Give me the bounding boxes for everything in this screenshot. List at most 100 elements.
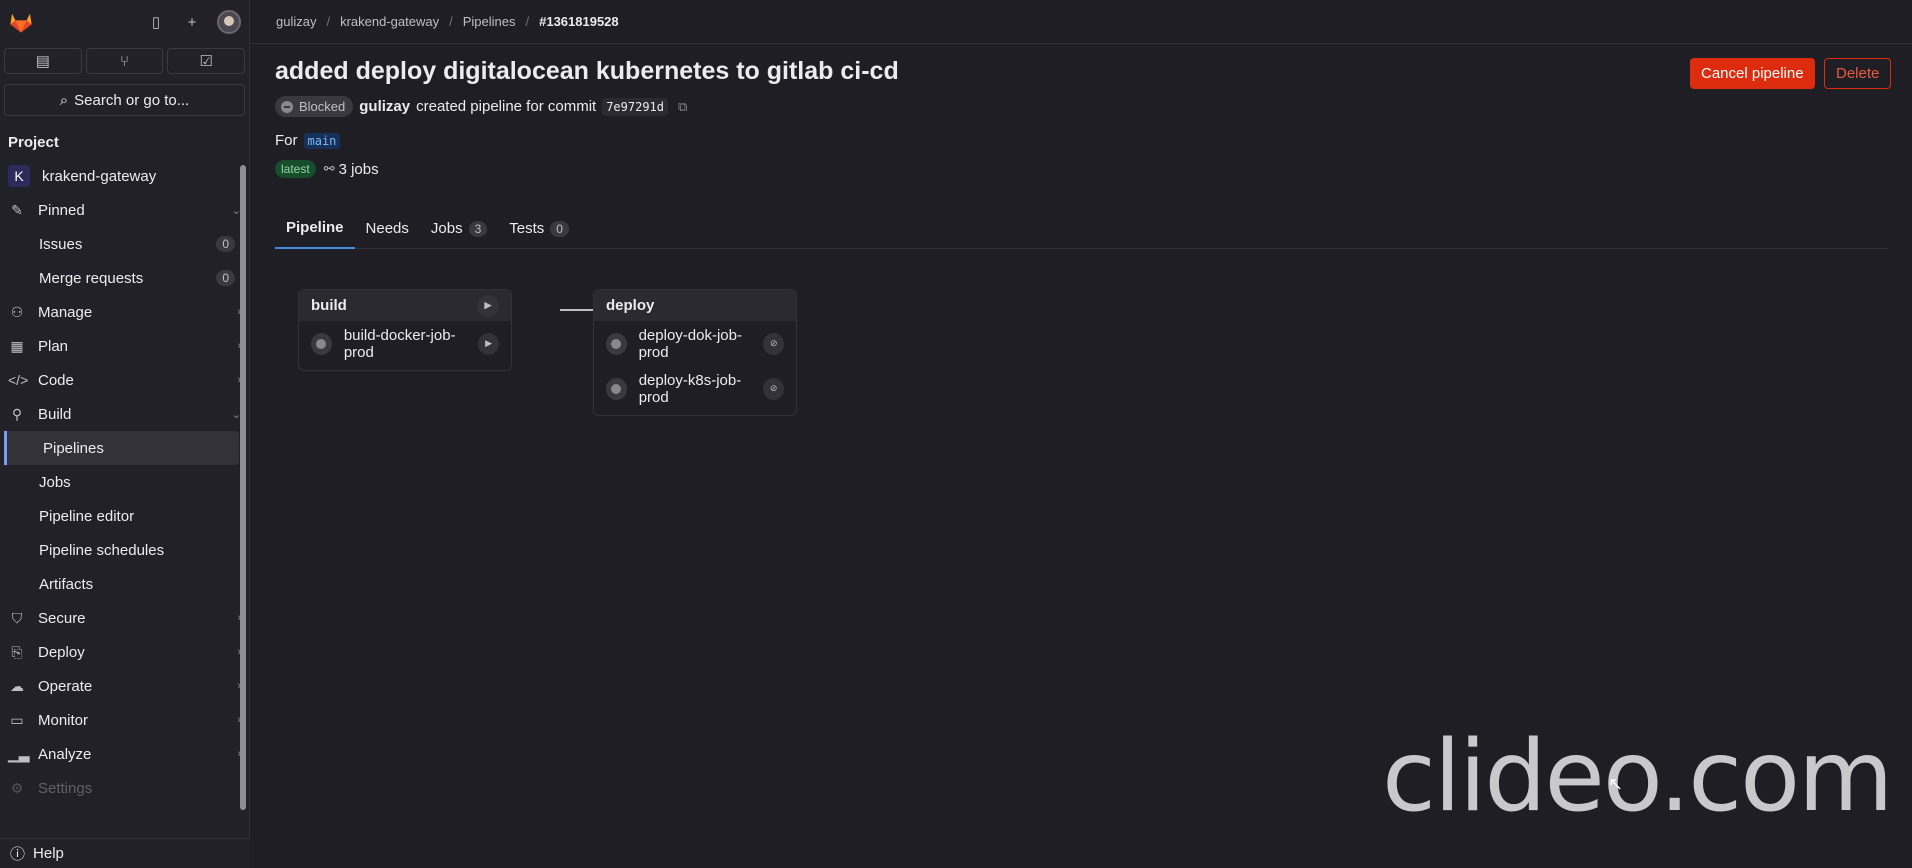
stage-name: build	[311, 297, 347, 314]
sidebar-item-label: Plan	[38, 337, 69, 355]
for-label: For	[275, 132, 298, 149]
sidebar-item-secure[interactable]: ⛉ Secure ›	[0, 601, 249, 635]
breadcrumb-user[interactable]: gulizay	[276, 14, 316, 29]
manage-icon: ⚇	[10, 303, 24, 320]
sidebar-item-jobs[interactable]: Jobs	[0, 465, 249, 499]
author-link[interactable]: gulizay	[359, 98, 410, 115]
sidebar-top-bar: ▯ +	[0, 0, 249, 44]
plus-icon[interactable]: +	[181, 11, 203, 33]
play-icon[interactable]: ▶	[478, 332, 499, 355]
sidebar: ▯ + ▤ ⑂ ☑ ⌕ Search or go to... Project K…	[0, 0, 250, 868]
copy-icon[interactable]: ⧉	[678, 99, 687, 115]
plan-icon: ▦	[10, 337, 24, 354]
issues-count-badge: 0	[216, 236, 235, 252]
tab-pipeline[interactable]: Pipeline	[275, 208, 355, 249]
monitor-icon: ▭	[10, 711, 24, 728]
search-button[interactable]: ⌕ Search or go to...	[4, 84, 245, 116]
breadcrumb-separator: /	[525, 14, 530, 29]
breadcrumb-pipeline-id[interactable]: #1361819528	[539, 14, 619, 29]
mouse-cursor-icon: ↖	[1608, 774, 1624, 794]
sidebar-item-label: Pipeline editor	[39, 507, 135, 525]
stage-deploy: deploy deploy-dok-job-prod ⊘ deploy-k8s-…	[593, 289, 797, 416]
sidebar-item-label: Deploy	[38, 643, 85, 661]
sidebar-item-pinned[interactable]: ✎ Pinned ⌄	[0, 193, 249, 227]
delete-button[interactable]: Delete	[1824, 58, 1892, 89]
gear-icon: ⚙	[10, 779, 24, 796]
cloud-icon: ☁	[10, 677, 24, 694]
help-label: Help	[33, 845, 64, 862]
cancel-icon[interactable]: ⊘	[763, 377, 785, 400]
pipeline-tabs: Pipeline Needs Jobs 3 Tests 0	[275, 208, 1888, 249]
sidebar-item-label: Pinned	[38, 201, 85, 219]
todo-icon[interactable]: ☑	[167, 48, 246, 74]
sidebar-item-manage[interactable]: ⚇ Manage ›	[0, 295, 249, 329]
sidebar-item-plan[interactable]: ▦ Plan ›	[0, 329, 249, 363]
sidebar-item-build[interactable]: ⚲ Build ⌄	[0, 397, 249, 431]
help-button[interactable]: ⓘ Help	[0, 838, 250, 868]
job-build-docker[interactable]: build-docker-job-prod ▶	[299, 321, 511, 366]
sidebar-item-label: Secure	[38, 609, 86, 627]
avatar[interactable]	[217, 10, 241, 34]
help-icon: ⓘ	[10, 846, 26, 863]
sidebar-item-issues[interactable]: Issues 0	[0, 227, 249, 261]
sidebar-item-merge-requests[interactable]: Merge requests 0	[0, 261, 249, 295]
sidebar-item-pipeline-schedules[interactable]: Pipeline schedules	[0, 533, 249, 567]
project-avatar: K	[8, 165, 30, 187]
manual-status-icon	[311, 332, 332, 355]
created-text: created pipeline for commit	[416, 98, 597, 115]
cancel-pipeline-button[interactable]: Cancel pipeline	[1690, 58, 1815, 89]
sidebar-item-artifacts[interactable]: Artifacts	[0, 567, 249, 601]
stage-connector	[560, 309, 594, 311]
created-status-icon	[606, 377, 627, 400]
project-name: krakend-gateway	[42, 167, 157, 185]
issues-icon[interactable]: ▤	[4, 48, 82, 74]
sidebar-item-label: Jobs	[39, 473, 71, 491]
gitlab-logo-icon[interactable]	[8, 9, 34, 35]
branch-ref[interactable]: main	[303, 132, 341, 149]
tab-needs[interactable]: Needs	[355, 208, 420, 249]
job-deploy-k8s[interactable]: deploy-k8s-job-prod ⊘	[594, 366, 796, 411]
pin-icon: ✎	[11, 201, 23, 218]
tab-label: Jobs	[430, 220, 463, 237]
sidebar-scrollbar[interactable]	[240, 165, 246, 810]
sidebar-item-pipeline-editor[interactable]: Pipeline editor	[0, 499, 249, 533]
sidebar-toggle-icon[interactable]: ▯	[145, 11, 167, 33]
sidebar-item-label: Operate	[38, 677, 93, 695]
merge-requests-icon[interactable]: ⑂	[85, 48, 164, 74]
sidebar-quick-actions: ▤ ⑂ ☑	[0, 44, 249, 78]
sidebar-item-label: Artifacts	[39, 575, 94, 593]
sidebar-item-analyze[interactable]: ▁▃ Analyze ›	[0, 737, 249, 771]
stage-name: deploy	[606, 297, 655, 314]
play-icon[interactable]: ▶	[477, 294, 499, 317]
sidebar-item-project[interactable]: K krakend-gateway	[0, 159, 249, 193]
tab-tests[interactable]: Tests 0	[498, 208, 580, 249]
code-icon: </>	[8, 372, 29, 388]
tests-count-badge: 0	[550, 220, 569, 237]
sidebar-item-label: Pipelines	[43, 439, 104, 457]
sidebar-item-settings[interactable]: ⚙ Settings	[0, 771, 249, 805]
breadcrumb-pipelines[interactable]: Pipelines	[463, 14, 516, 29]
branch-line: For main	[275, 132, 341, 149]
status-badge[interactable]: Blocked	[275, 96, 354, 117]
search-icon: ⌕	[59, 91, 69, 109]
merge-requests-count-badge: 0	[216, 270, 235, 286]
cancel-icon[interactable]: ⊘	[763, 332, 784, 355]
chart-icon: ▁▃	[8, 745, 30, 762]
tab-label: Needs	[365, 220, 409, 237]
sidebar-item-code[interactable]: </> Code ›	[0, 363, 249, 397]
sidebar-item-deploy[interactable]: ⎘ Deploy ›	[0, 635, 249, 669]
sidebar-section-title: Project	[8, 134, 59, 151]
breadcrumb-project[interactable]: krakend-gateway	[340, 14, 439, 29]
sidebar-item-monitor[interactable]: ▭ Monitor ›	[0, 703, 249, 737]
sidebar-item-operate[interactable]: ☁ Operate ›	[0, 669, 249, 703]
sidebar-item-pipelines[interactable]: Pipelines	[4, 431, 239, 465]
blocked-status-icon	[281, 100, 293, 113]
jobs-icon: ⚯	[323, 161, 335, 176]
tab-jobs[interactable]: Jobs 3	[420, 208, 498, 249]
search-label: Search or go to...	[74, 91, 190, 109]
sidebar-item-label: Issues	[39, 235, 83, 253]
commit-sha[interactable]: 7e97291d	[602, 97, 668, 116]
job-deploy-dok[interactable]: deploy-dok-job-prod ⊘	[594, 321, 796, 366]
sidebar-item-label: Analyze	[38, 745, 92, 763]
latest-badge: latest	[275, 160, 316, 178]
